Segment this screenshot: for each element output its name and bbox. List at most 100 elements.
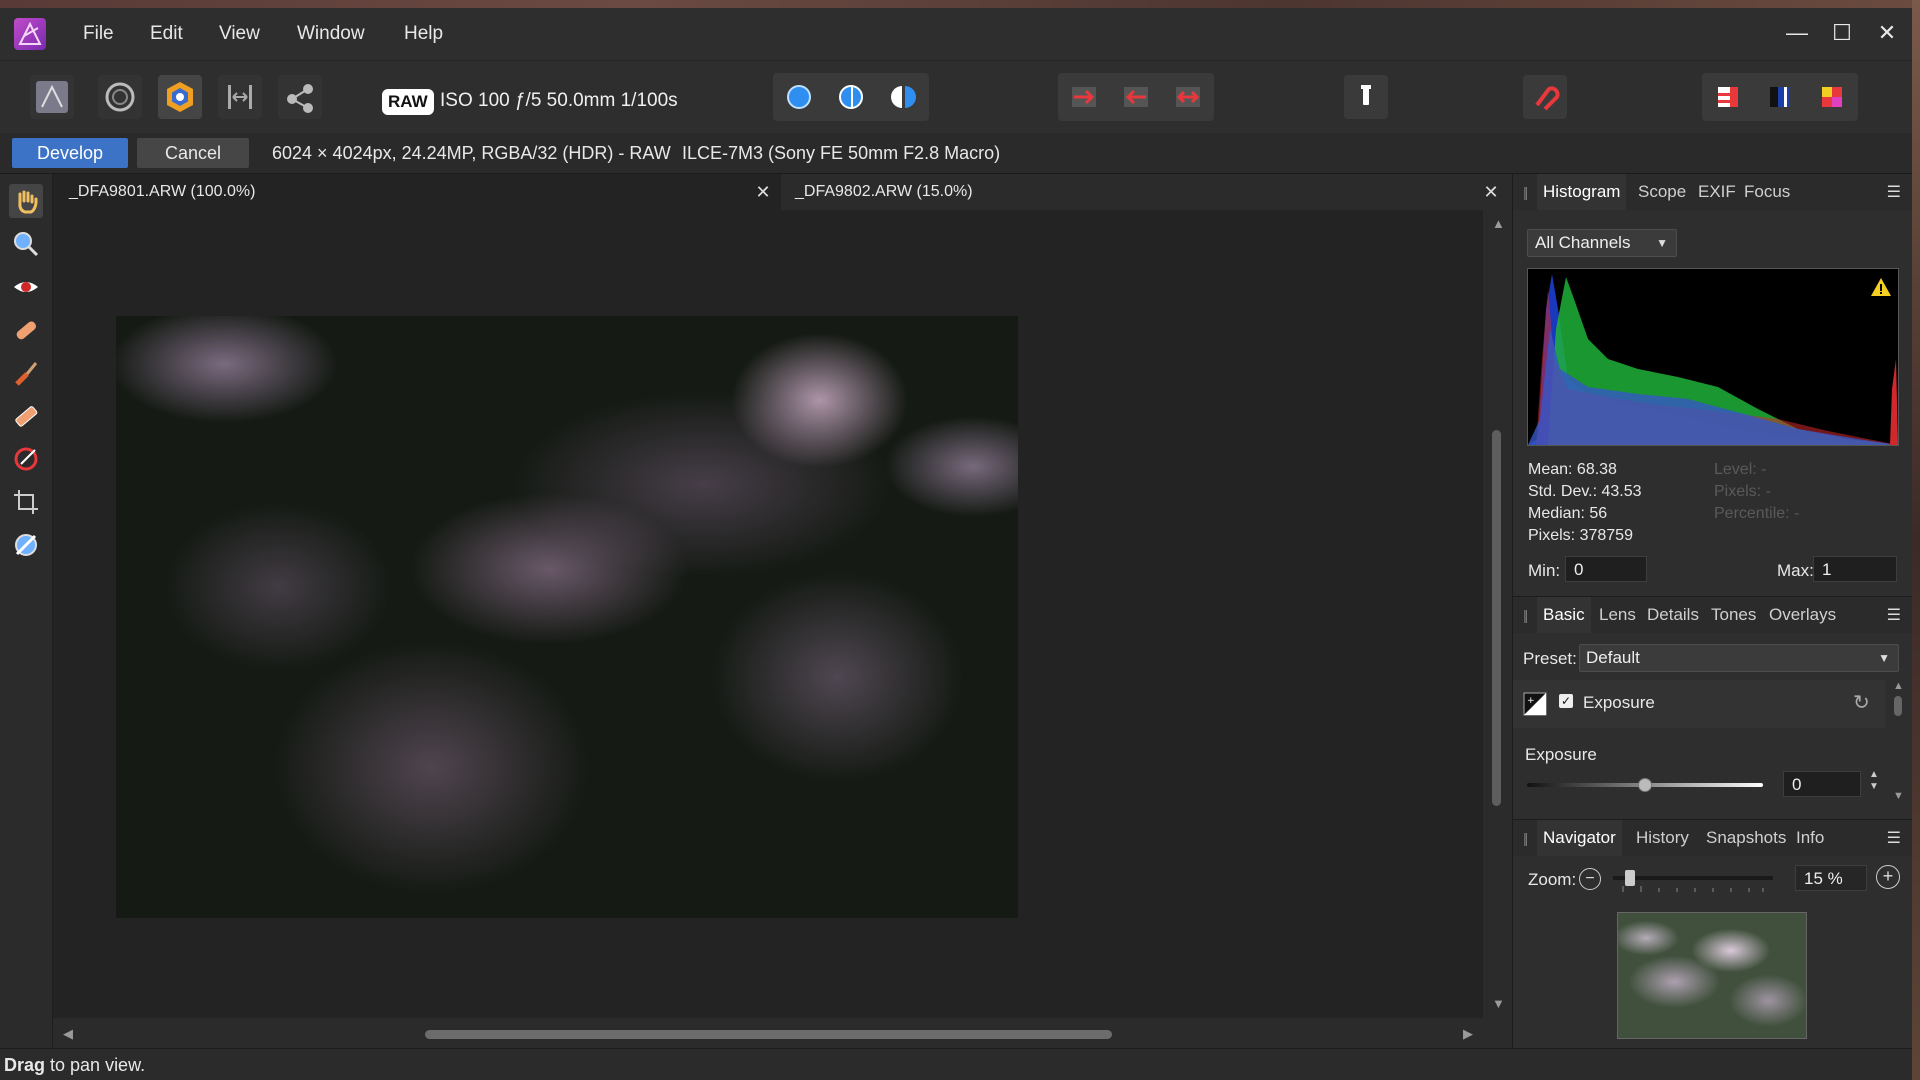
liquify-persona-button[interactable]	[98, 75, 142, 119]
develop-persona-button[interactable]	[158, 75, 202, 119]
white-balance-tool-icon[interactable]	[9, 528, 43, 562]
preset-dropdown[interactable]: Default ▼	[1579, 644, 1899, 672]
adjustments-scroll-thumb[interactable]	[1894, 696, 1902, 716]
histogram-chart	[1527, 268, 1899, 446]
develop-button[interactable]: Develop	[12, 138, 128, 168]
scroll-right-icon[interactable]: ▶	[1463, 1026, 1473, 1042]
scroll-up-icon[interactable]: ▲	[1492, 216, 1505, 231]
magnet-icon[interactable]	[1523, 75, 1567, 119]
min-field[interactable]: 0	[1565, 556, 1647, 582]
zoom-slider-handle[interactable]	[1625, 870, 1635, 886]
camera-exposure-info: ISO 100 ƒ/5 50.0mm 1/100s	[440, 90, 678, 111]
hand-tool-icon[interactable]	[9, 184, 43, 218]
tab-lens[interactable]: Lens	[1599, 597, 1636, 633]
tab-details[interactable]: Details	[1647, 597, 1699, 633]
scroll-up-icon[interactable]: ▲	[1893, 680, 1904, 692]
panel-grip-icon[interactable]: ||	[1523, 607, 1528, 623]
stat-std-dev: Std. Dev.: 43.53	[1528, 483, 1642, 500]
tone-mapping-persona-button[interactable]	[218, 75, 262, 119]
panel-menu-icon[interactable]: ☰	[1887, 605, 1901, 625]
tab-snapshots[interactable]: Snapshots	[1706, 820, 1786, 856]
crop-tool-icon[interactable]	[9, 485, 43, 519]
panel-menu-icon[interactable]: ☰	[1887, 828, 1901, 848]
tab-history[interactable]: History	[1636, 820, 1689, 856]
close-window-button[interactable]: ✕	[1872, 20, 1902, 46]
swap-arrows-icon[interactable]	[1170, 79, 1206, 115]
exposure-slider-handle[interactable]	[1638, 778, 1652, 792]
blemish-tool-icon[interactable]	[9, 313, 43, 347]
tab-focus[interactable]: Focus	[1744, 174, 1790, 210]
document-tab-label: _DFA9802.ARW (15.0%)	[795, 183, 973, 200]
highlight-clipping-icon[interactable]	[1710, 79, 1746, 115]
tab-info[interactable]: Info	[1796, 820, 1824, 856]
zoom-out-icon[interactable]: −	[1579, 868, 1601, 890]
vertical-scrollbar[interactable]: ▲ ▼	[1483, 210, 1511, 1018]
canvas-area[interactable]	[53, 210, 1483, 1018]
exposure-slider-label: Exposure	[1525, 745, 1597, 764]
gradient-tool-icon[interactable]	[9, 442, 43, 476]
stat-pixels: Pixels: 378759	[1528, 527, 1633, 544]
close-tab-icon[interactable]: ✕	[1479, 174, 1503, 210]
channel-dropdown[interactable]: All Channels ▼	[1527, 229, 1677, 257]
scroll-left-icon[interactable]: ◀	[63, 1026, 73, 1042]
menu-window[interactable]: Window	[297, 23, 365, 45]
arrow-right-icon[interactable]	[1066, 79, 1102, 115]
tab-overlays[interactable]: Overlays	[1769, 597, 1836, 633]
photo-image[interactable]	[116, 316, 1018, 918]
exposure-enable-checkbox[interactable]: ✓	[1559, 694, 1573, 708]
vertical-scroll-thumb[interactable]	[1492, 430, 1501, 806]
zoom-value-field[interactable]: 15 %	[1795, 865, 1867, 891]
brush-tool-icon[interactable]	[9, 356, 43, 390]
overlay-erase-tool-icon[interactable]	[9, 399, 43, 433]
panel-menu-icon[interactable]: ☰	[1887, 182, 1901, 202]
raw-badge: RAW	[382, 89, 434, 115]
zoom-in-icon[interactable]: +	[1876, 865, 1900, 889]
exposure-section-header[interactable]: + ✓ Exposure ↻	[1513, 680, 1885, 728]
photo-persona-button[interactable]	[30, 75, 74, 119]
toolbar: RAW ISO 100 ƒ/5 50.0mm 1/100s	[0, 60, 1912, 134]
cancel-button[interactable]: Cancel	[137, 138, 249, 168]
navigator-thumbnail[interactable]	[1617, 912, 1807, 1039]
tone-clipping-icon[interactable]	[1814, 79, 1850, 115]
reset-icon[interactable]: ↻	[1853, 690, 1870, 715]
mirror-view-icon[interactable]	[885, 79, 921, 115]
menu-file[interactable]: File	[83, 23, 114, 45]
tab-tones[interactable]: Tones	[1711, 597, 1756, 633]
tab-basic[interactable]: Basic	[1537, 597, 1591, 633]
image-info: 6024 × 4024px, 24.24MP, RGBA/32 (HDR) - …	[272, 143, 671, 163]
zoom-slider[interactable]	[1613, 870, 1773, 896]
exposure-value-field[interactable]: 0	[1783, 771, 1861, 797]
arrow-left-icon[interactable]	[1118, 79, 1154, 115]
scroll-down-icon[interactable]: ▼	[1492, 996, 1505, 1011]
split-view-icon[interactable]	[833, 79, 869, 115]
document-tab[interactable]: _DFA9801.ARW (100.0%)	[53, 174, 781, 210]
tab-scope[interactable]: Scope	[1638, 174, 1686, 210]
tab-histogram[interactable]: Histogram	[1537, 174, 1627, 210]
share-icon[interactable]	[278, 75, 322, 119]
menu-view[interactable]: View	[219, 23, 260, 45]
shadow-clipping-icon[interactable]	[1762, 79, 1798, 115]
single-view-icon[interactable]	[781, 79, 817, 115]
tab-navigator[interactable]: Navigator	[1537, 820, 1622, 856]
horizontal-scrollbar[interactable]: ◀ ▶	[53, 1018, 1511, 1048]
exposure-stepper[interactable]: ▲ ▼	[1869, 769, 1879, 793]
clipping-icon[interactable]	[1344, 75, 1388, 119]
tab-exif[interactable]: EXIF	[1698, 174, 1736, 210]
minimize-button[interactable]: —	[1782, 20, 1812, 46]
menu-edit[interactable]: Edit	[150, 23, 183, 45]
document-tab-label: _DFA9801.ARW (100.0%)	[69, 183, 256, 200]
preset-dropdown-value: Default	[1586, 648, 1640, 667]
menu-help[interactable]: Help	[404, 23, 443, 45]
horizontal-scroll-thumb[interactable]	[425, 1030, 1112, 1039]
panel-grip-icon[interactable]: ||	[1523, 830, 1528, 846]
red-eye-tool-icon[interactable]	[9, 270, 43, 304]
close-tab-icon[interactable]: ✕	[751, 174, 775, 210]
adjustments-scrollbar[interactable]: ▲ ▼	[1891, 680, 1905, 804]
max-field[interactable]: 1	[1813, 556, 1897, 582]
zoom-tool-icon[interactable]	[9, 227, 43, 261]
maximize-button[interactable]: ☐	[1827, 20, 1857, 46]
exposure-slider[interactable]	[1527, 778, 1763, 792]
panel-grip-icon[interactable]: ||	[1523, 184, 1528, 200]
scroll-down-icon[interactable]: ▼	[1893, 790, 1904, 802]
document-tab[interactable]: _DFA9802.ARW (15.0%)	[783, 174, 1511, 210]
